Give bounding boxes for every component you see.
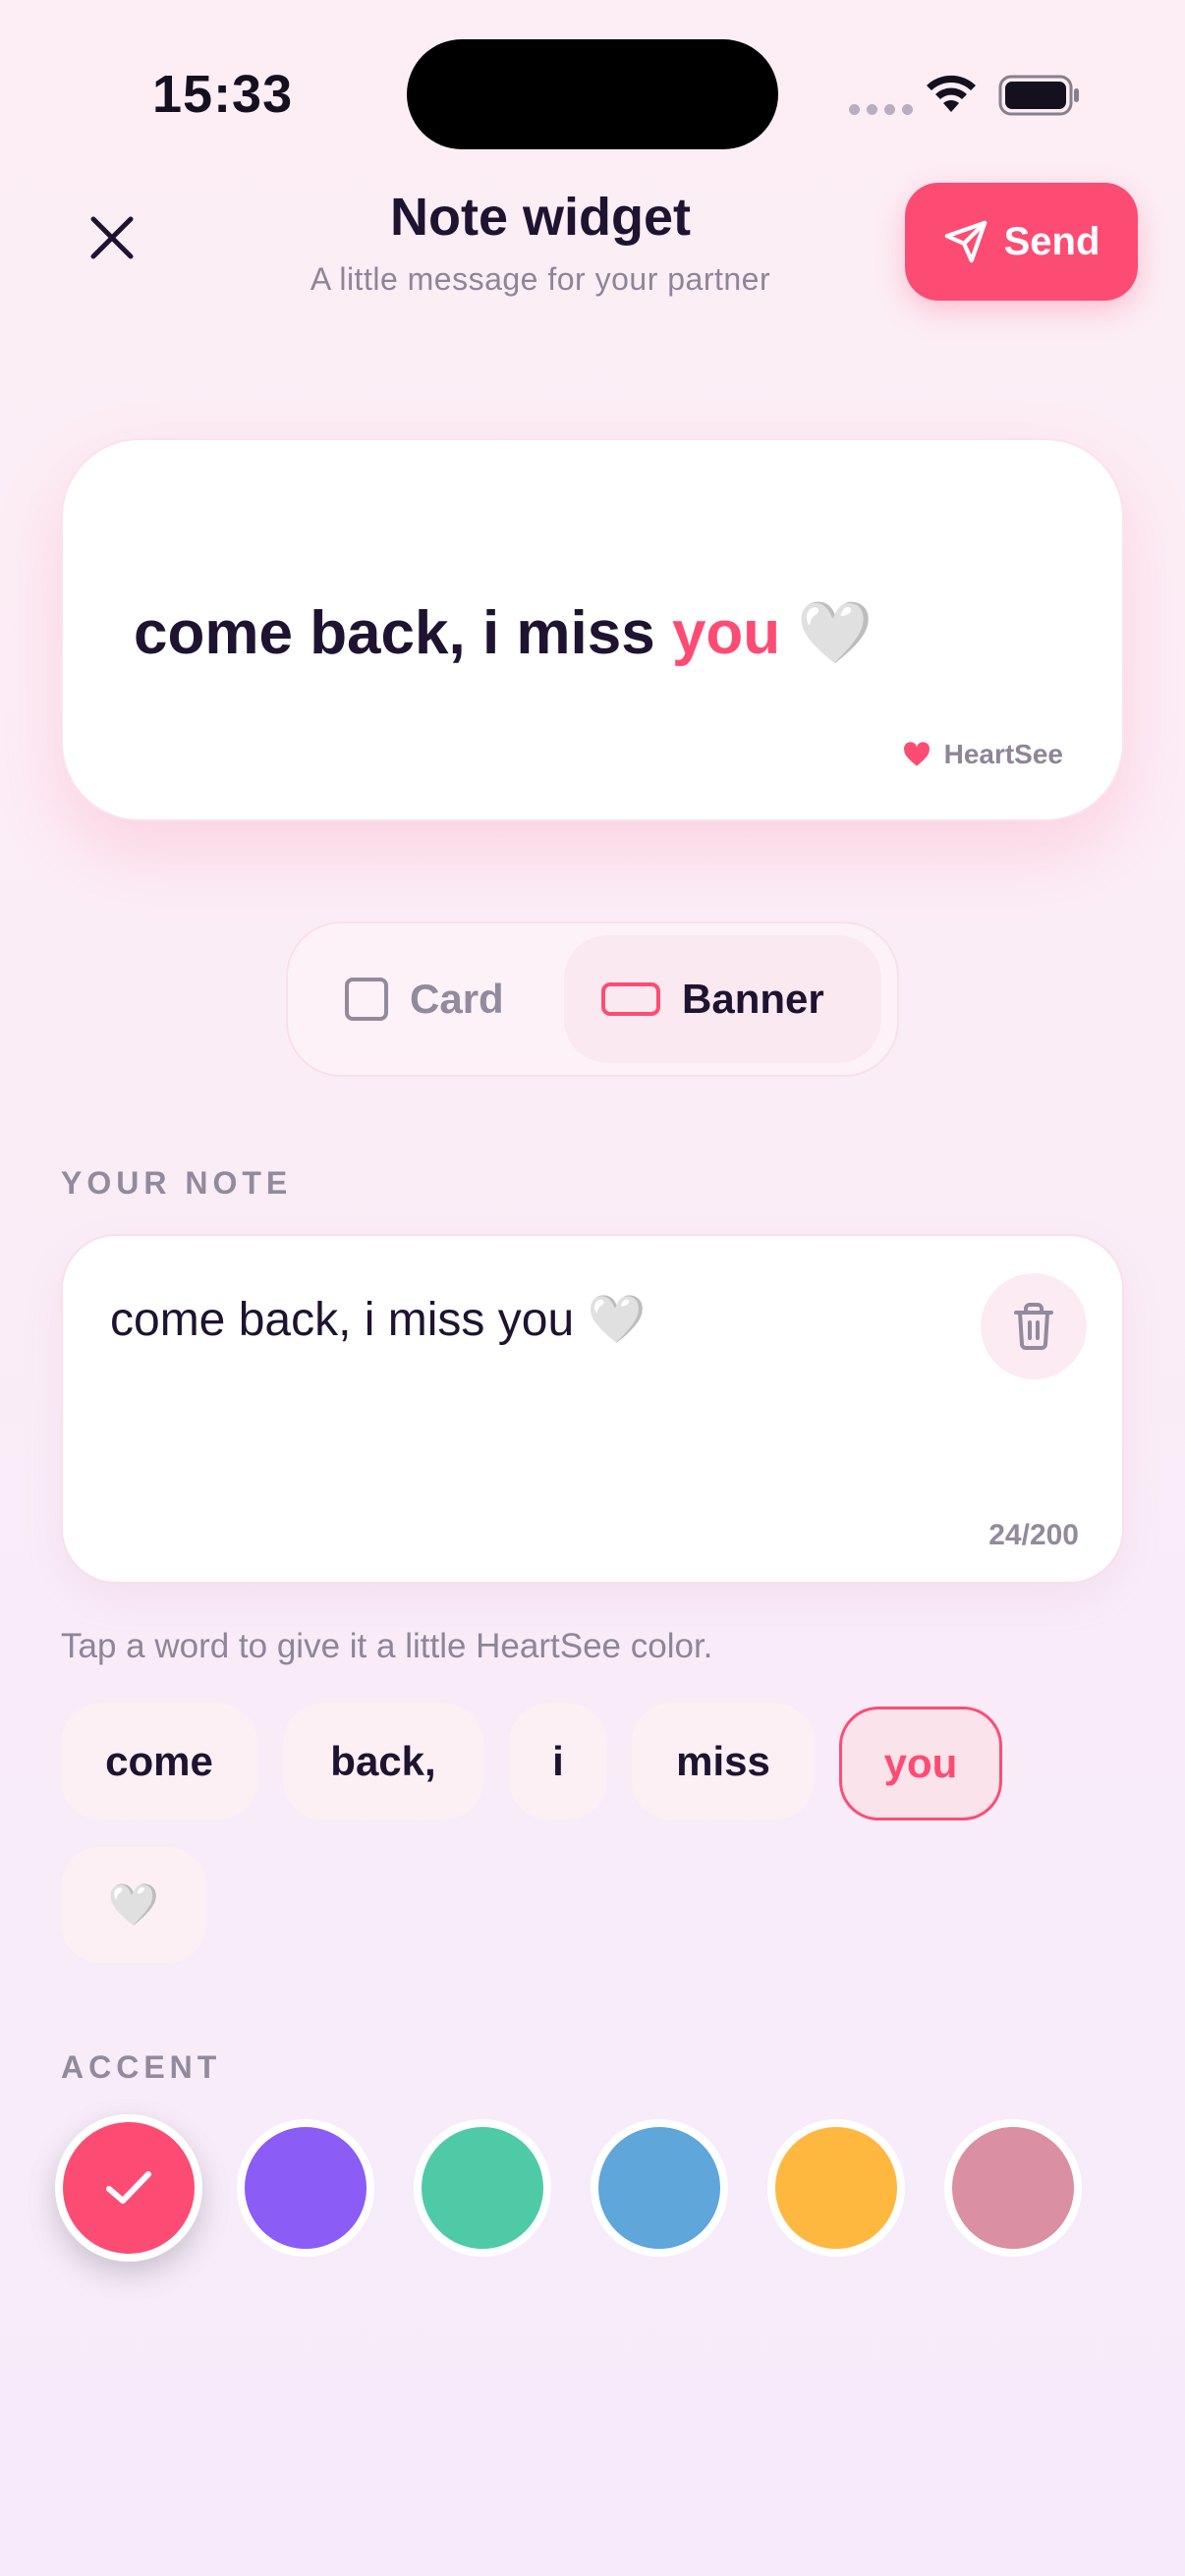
clear-note-button[interactable] — [981, 1273, 1087, 1379]
layout-option-banner[interactable]: Banner — [564, 935, 881, 1063]
layout-toggle: Card Banner — [286, 922, 899, 1077]
word-chip-miss[interactable]: miss — [632, 1704, 815, 1820]
layout-option-card-label: Card — [410, 976, 504, 1022]
word-chip-come[interactable]: come — [61, 1704, 257, 1820]
trash-icon — [1014, 1303, 1053, 1350]
cellular-signal-icon — [849, 104, 913, 115]
send-button-label: Send — [1003, 219, 1100, 263]
status-bar: 15:33 — [0, 0, 1185, 196]
widget-preview-card: come back, i miss you 🤍 HeartSee — [61, 438, 1124, 821]
dynamic-island — [407, 39, 778, 149]
checkmark-icon — [106, 2171, 151, 2204]
accent-swatch-purple[interactable] — [237, 2119, 374, 2257]
layout-option-banner-label: Banner — [682, 976, 824, 1022]
accent-swatch-blue[interactable] — [591, 2119, 728, 2257]
word-chip-back[interactable]: back, — [283, 1704, 483, 1820]
accent-swatch-green[interactable] — [414, 2119, 551, 2257]
word-chip-you[interactable]: you — [839, 1707, 1002, 1820]
character-count: 24/200 — [988, 1519, 1079, 1551]
accent-swatch-pink[interactable] — [944, 2119, 1082, 2257]
rectangle-icon — [601, 982, 660, 1016]
preview-text-after: 🤍 — [780, 599, 874, 667]
preview-accent-word: you — [671, 599, 781, 667]
paper-plane-icon — [944, 220, 987, 263]
brand-name: HeartSee — [943, 739, 1063, 769]
preview-brand: HeartSee — [903, 739, 1063, 770]
status-time: 15:33 — [152, 65, 294, 124]
square-icon — [345, 978, 388, 1021]
send-button[interactable]: Send — [905, 183, 1138, 301]
accent-swatch-red[interactable] — [55, 2114, 202, 2262]
heart-icon — [903, 742, 930, 766]
word-chip-i[interactable]: i — [509, 1704, 607, 1820]
wifi-icon — [927, 75, 976, 112]
your-note-label: YOUR NOTE — [61, 1165, 293, 1201]
battery-icon — [998, 75, 1079, 116]
word-chip-heart[interactable]: 🤍 — [61, 1847, 206, 1963]
preview-text-before: come back, i miss — [134, 599, 672, 667]
word-color-hint: Tap a word to give it a little HeartSee … — [61, 1627, 713, 1665]
accent-label: ACCENT — [61, 2049, 222, 2085]
layout-option-card[interactable]: Card — [345, 935, 581, 1063]
preview-message: come back, i miss you 🤍 — [134, 597, 874, 669]
accent-swatch-yellow[interactable] — [767, 2119, 905, 2257]
note-editor[interactable]: come back, i miss you 🤍 24/200 — [61, 1234, 1124, 1584]
note-input[interactable]: come back, i miss you 🤍 — [110, 1291, 646, 1347]
